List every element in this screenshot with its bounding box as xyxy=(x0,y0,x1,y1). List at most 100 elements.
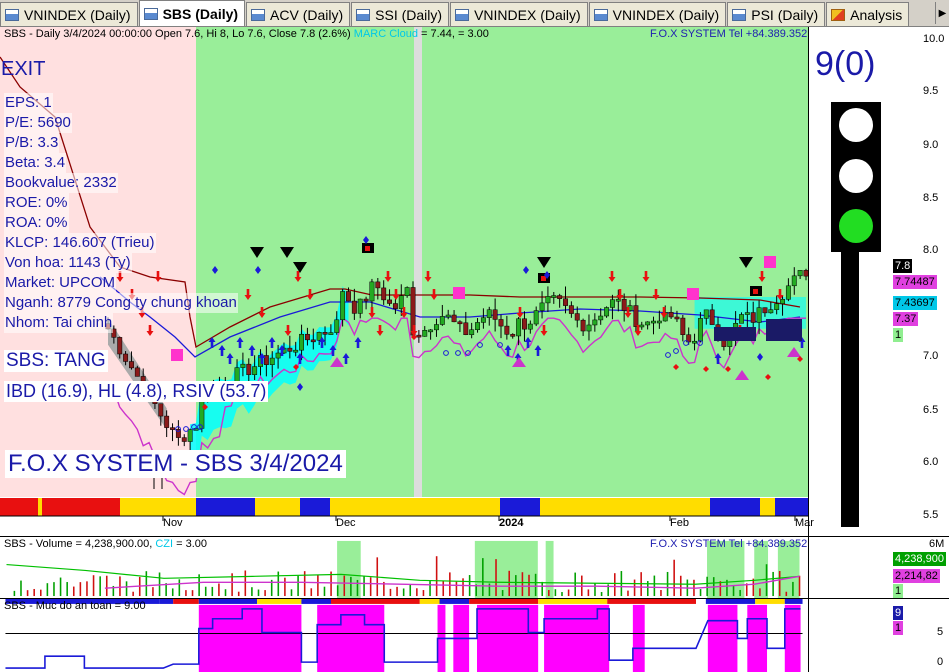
fundamental-item: Nhom: Tai chinh xyxy=(4,313,114,333)
candle-down xyxy=(721,340,727,347)
price-tick: 5.5 xyxy=(923,509,939,521)
status-strip-segment xyxy=(196,498,255,516)
candle-up xyxy=(639,324,645,328)
safety-strip-segment xyxy=(469,599,539,604)
candle-up xyxy=(768,309,774,314)
fundamental-item: Nganh: 8779 Cong ty chung khoan xyxy=(4,293,238,313)
candle-up xyxy=(756,307,762,323)
candle-up xyxy=(369,281,375,302)
candle-up xyxy=(422,330,428,337)
status-strip-segment xyxy=(300,498,330,516)
safety-zone xyxy=(198,604,302,672)
volume-axis-top-label: 6M xyxy=(929,538,945,550)
candle-up xyxy=(539,302,545,311)
candle-down xyxy=(750,312,756,323)
traffic-light-pole xyxy=(841,249,859,527)
candle-down xyxy=(621,298,627,311)
price-header: SBS - Daily 3/4/2024 00:00:00 Open 7.6, … xyxy=(4,28,489,40)
fundamental-item: EPS: 1 xyxy=(4,93,53,113)
safety-pane[interactable]: SBS - Muc do an toan = 9.00 5 0 91 xyxy=(0,598,949,672)
candle-up xyxy=(334,319,340,333)
fundamental-item: ROE: 0% xyxy=(4,193,69,213)
signal-label: EXIT xyxy=(1,58,46,80)
candle-up xyxy=(645,321,651,326)
candle-down xyxy=(158,403,164,417)
date-label: 2024 xyxy=(499,517,524,529)
candle-down xyxy=(363,298,369,302)
signal-square-icon xyxy=(687,288,699,300)
chart-icon xyxy=(356,8,371,21)
tab-vnindex-1[interactable]: VNINDEX (Daily) xyxy=(0,2,138,26)
candle-up xyxy=(592,319,598,326)
candle-down xyxy=(164,415,170,428)
candle-up xyxy=(469,329,475,335)
candle-up xyxy=(357,298,363,314)
price-tick: 6.5 xyxy=(923,404,939,416)
chart-tab-bar: VNINDEX (Daily) SBS (Daily) ACV (Daily) … xyxy=(0,0,949,27)
flag-marker-core xyxy=(541,276,546,281)
candle-down xyxy=(287,347,293,352)
candle-down xyxy=(504,325,510,335)
chart-icon xyxy=(143,7,158,20)
tab-ssi[interactable]: SSI (Daily) xyxy=(351,2,450,26)
safety-strip-segment xyxy=(159,599,174,604)
tab-vnindex-2[interactable]: VNINDEX (Daily) xyxy=(450,2,588,26)
safety-strip-segment xyxy=(331,599,420,604)
candle-up xyxy=(293,349,299,353)
candle-up xyxy=(609,299,615,308)
traffic-light-bottom xyxy=(839,209,873,243)
candle-down xyxy=(674,316,680,320)
candle-down xyxy=(568,305,574,314)
candle-down xyxy=(310,339,316,343)
tab-vnindex-3[interactable]: VNINDEX (Daily) xyxy=(588,2,727,26)
safety-strip-segment xyxy=(198,599,258,604)
status-strip-segment xyxy=(760,498,775,516)
candle-up xyxy=(774,303,780,310)
safety-zone xyxy=(747,604,768,672)
tab-acv[interactable]: ACV (Daily) xyxy=(246,2,351,26)
fundamental-item: KLCP: 146.607 (Trieu) xyxy=(4,233,156,253)
status-strip-segment xyxy=(160,498,196,516)
status-strip-segment xyxy=(330,498,500,516)
candle-up xyxy=(404,287,410,296)
value-badge: 7.74487 xyxy=(893,275,937,289)
value-badge: 7.43697 xyxy=(893,296,937,310)
safety-strip-segment xyxy=(173,599,199,604)
candle-up xyxy=(697,318,703,342)
tab-analysis[interactable]: Analysis xyxy=(826,2,910,26)
candle-up xyxy=(791,275,797,287)
date-label: Dec xyxy=(336,517,356,529)
tab-sbs[interactable]: SBS (Daily) xyxy=(138,0,246,26)
candle-down xyxy=(387,299,392,304)
candle-up xyxy=(744,312,750,315)
status-strip-segment xyxy=(500,498,540,516)
trend-label: SBS: TANG xyxy=(4,350,108,372)
volume-axis: 6M 4,238,900 2,214,82 1 xyxy=(808,537,949,598)
ratings-label: IBD (16.9), HL (4.8), RSIV (53.7) xyxy=(4,381,269,402)
candle-down xyxy=(492,309,498,320)
safety-zone xyxy=(784,604,801,672)
candle-down xyxy=(351,300,357,314)
candle-down xyxy=(709,309,715,325)
candle-up xyxy=(439,316,445,325)
safety-zone xyxy=(544,604,610,672)
candle-down xyxy=(392,303,398,309)
traffic-light-middle xyxy=(839,159,873,193)
volume-pane[interactable]: SBS - Volume = 4,238,900.00, CZI = 3.00 … xyxy=(0,536,949,598)
candle-down xyxy=(451,314,457,323)
candle-down xyxy=(563,298,568,306)
price-tick: 7.0 xyxy=(923,350,939,362)
candle-down xyxy=(463,322,469,335)
price-tick: 10.0 xyxy=(923,33,945,45)
chart-icon xyxy=(251,8,266,21)
price-chart-pane[interactable]: SBS - Daily 3/4/2024 00:00:00 Open 7.6, … xyxy=(0,27,949,536)
tab-psi[interactable]: PSI (Daily) xyxy=(727,2,826,26)
safety-header: SBS - Muc do an toan = 9.00 xyxy=(4,600,146,612)
tab-scroll-right-button[interactable]: ▶ xyxy=(935,2,949,24)
price-header-contact: F.O.X SYSTEM Tel +84.389.352.357 xyxy=(650,28,829,40)
candle-down xyxy=(346,291,351,302)
price-axis: 9(0) 10.0 9.5 9.0 8.5 8.0 7.0 6.5 6.0 5.5 7.8 7.7… xyxy=(808,27,949,536)
chart-icon xyxy=(455,8,470,21)
candle-down xyxy=(762,307,768,314)
candle-down xyxy=(134,367,140,377)
